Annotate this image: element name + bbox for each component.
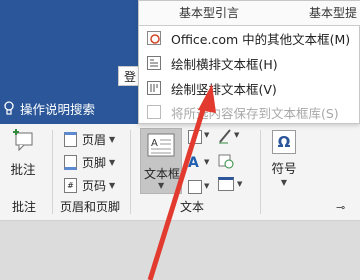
- annotation-arrow: [147, 84, 216, 280]
